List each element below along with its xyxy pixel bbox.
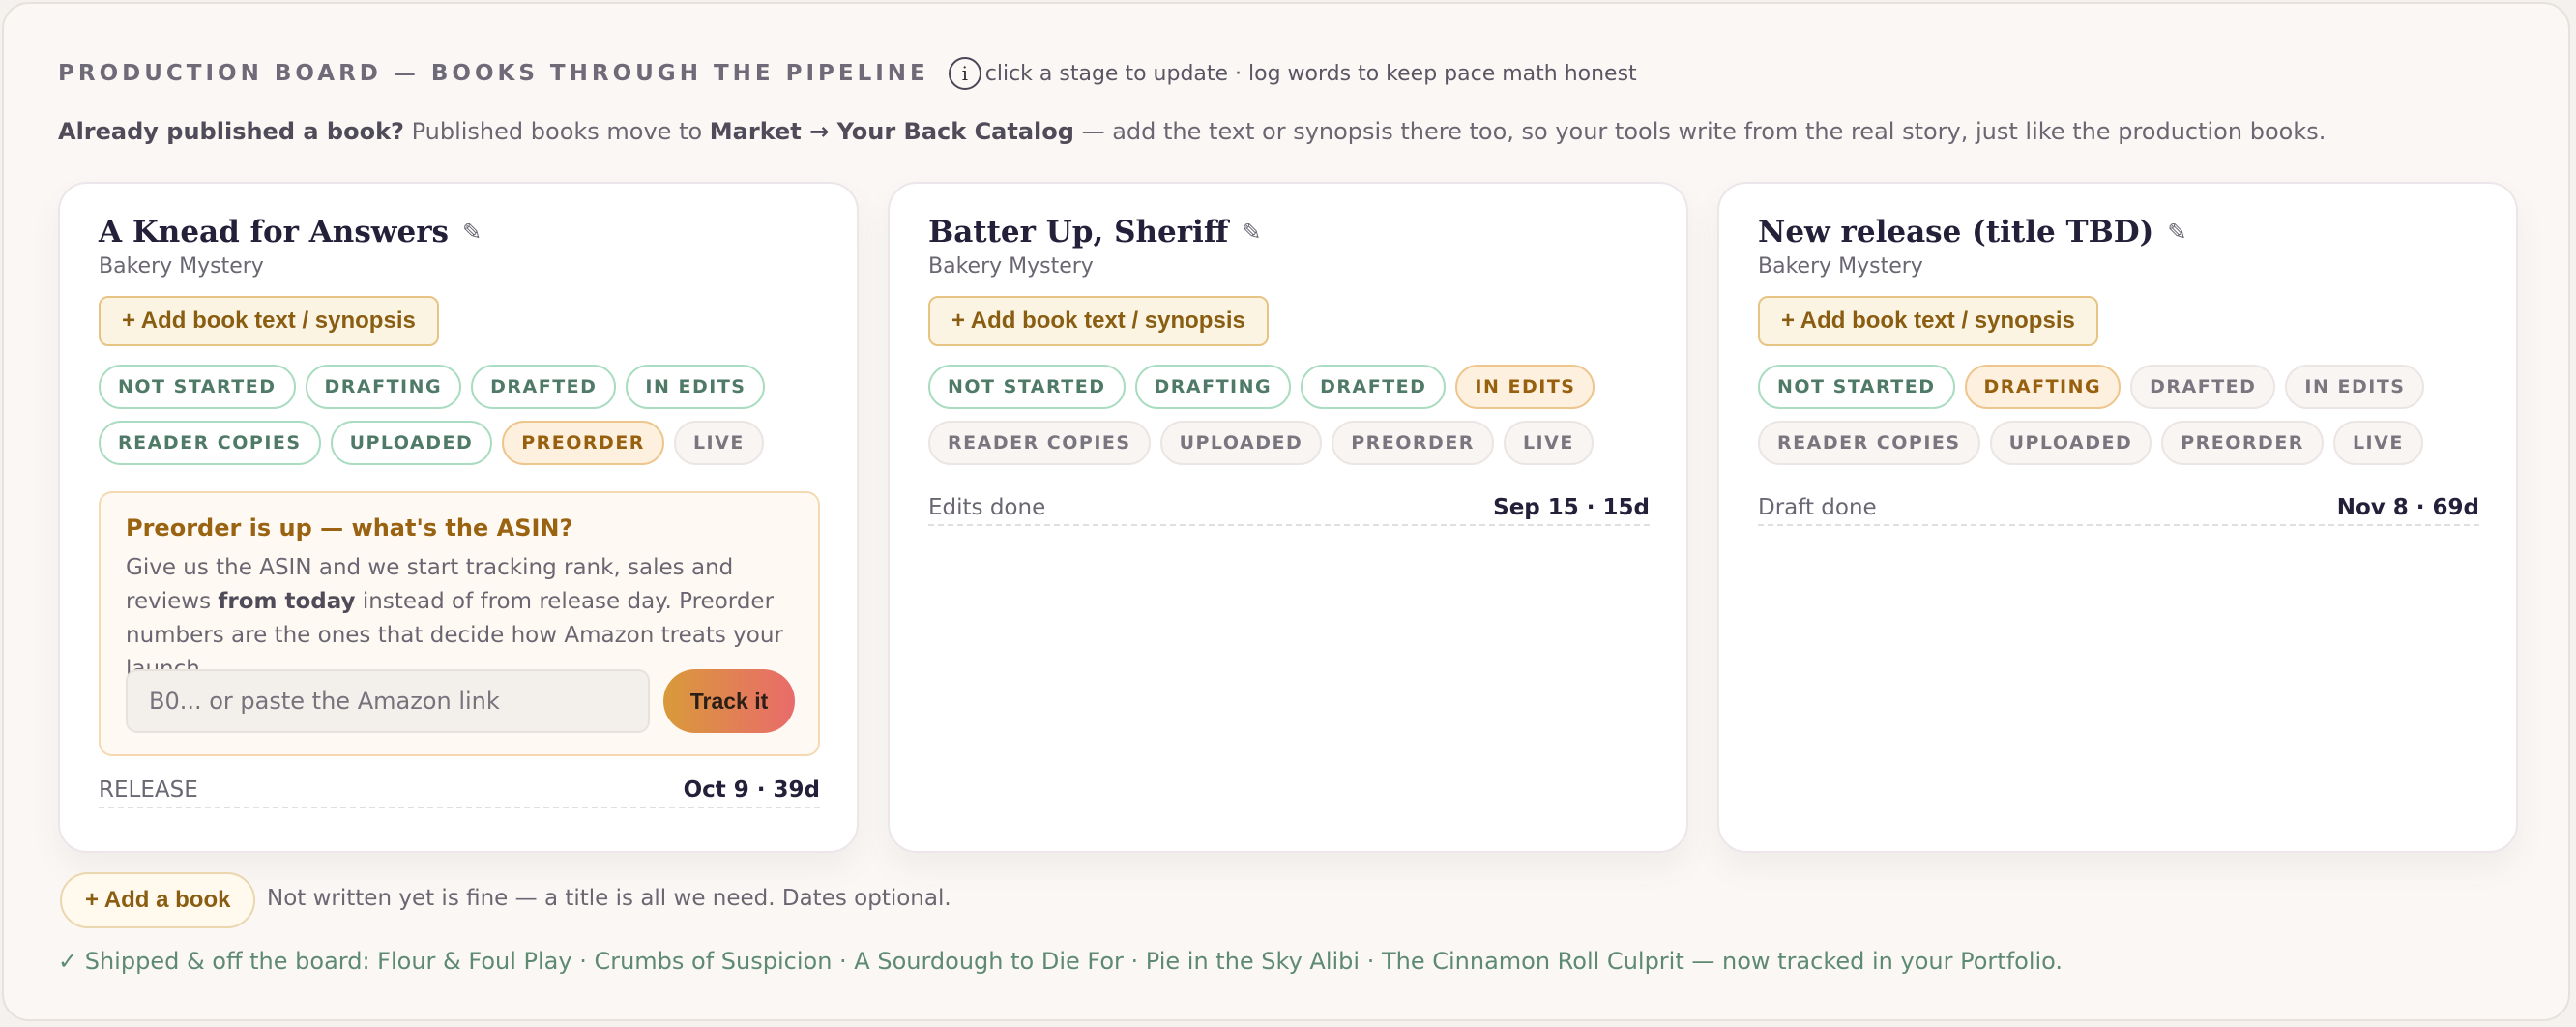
book-card: A Knead for Answers ✎ Bakery Mystery + A… bbox=[58, 182, 859, 853]
add-book-text-button[interactable]: + Add book text / synopsis bbox=[99, 296, 439, 346]
stage-selector: NOT STARTED DRAFTING DRAFTED IN EDITS RE… bbox=[99, 365, 834, 477]
pencil-icon[interactable]: ✎ bbox=[2167, 219, 2186, 246]
book-genre: Bakery Mystery bbox=[1758, 254, 1923, 279]
book-card: New release (title TBD) ✎ Bakery Mystery… bbox=[1717, 182, 2518, 853]
stage-pill[interactable]: LIVE bbox=[1503, 421, 1594, 465]
stage-pill[interactable]: DRAFTING bbox=[305, 365, 462, 409]
book-title: New release (title TBD) bbox=[1758, 215, 2154, 249]
note-question: Already published a book? bbox=[58, 118, 404, 145]
add-book-text-button[interactable]: + Add book text / synopsis bbox=[1758, 296, 2098, 346]
stage-selector: NOT STARTED DRAFTING DRAFTED IN EDITS RE… bbox=[928, 365, 1663, 477]
deadline-value: Sep 15 · 15d bbox=[1493, 495, 1650, 520]
stage-pill-current[interactable]: IN EDITS bbox=[1455, 365, 1595, 409]
book-title: Batter Up, Sheriff bbox=[928, 215, 1229, 249]
track-it-button[interactable]: Track it bbox=[663, 669, 795, 733]
stage-pill-current[interactable]: PREORDER bbox=[502, 421, 664, 465]
deadline-row: RELEASE Oct 9 · 39d bbox=[99, 774, 820, 808]
note-location: Market → Your Back Catalog bbox=[709, 118, 1074, 145]
add-book-hint: Not written yet is fine — a title is all… bbox=[267, 886, 951, 911]
stage-pill[interactable]: NOT STARTED bbox=[1758, 365, 1955, 409]
production-board-panel: PRODUCTION BOARD — BOOKS THROUGH THE PIP… bbox=[2, 2, 2570, 1021]
deadline-label: Draft done bbox=[1758, 495, 1877, 520]
deadline-value: Oct 9 · 39d bbox=[683, 778, 820, 803]
book-card: Batter Up, Sheriff ✎ Bakery Mystery + Ad… bbox=[888, 182, 1688, 853]
book-genre: Bakery Mystery bbox=[928, 254, 1094, 279]
shipped-books-note: ✓ Shipped & off the board: Flour & Foul … bbox=[58, 948, 2064, 975]
stage-pill[interactable]: PREORDER bbox=[2161, 421, 2324, 465]
deadline-value: Nov 8 · 69d bbox=[2336, 495, 2479, 520]
info-icon[interactable]: i bbox=[948, 57, 981, 90]
deadline-label: Edits done bbox=[928, 495, 1046, 520]
book-title: A Knead for Answers bbox=[99, 215, 449, 249]
deadline-label: RELEASE bbox=[99, 778, 198, 803]
note-text-1: Published books move to bbox=[403, 118, 710, 145]
note-text-2: — add the text or synopsis there too, so… bbox=[1073, 118, 2327, 145]
stage-pill[interactable]: DRAFTED bbox=[1301, 365, 1447, 409]
add-book-button[interactable]: + Add a book bbox=[60, 872, 256, 928]
stage-pill[interactable]: DRAFTED bbox=[471, 365, 617, 409]
board-hint: click a stage to update · log words to k… bbox=[984, 61, 1637, 86]
stage-pill[interactable]: READER COPIES bbox=[928, 421, 1151, 465]
deadline-row: Draft done Nov 8 · 69d bbox=[1758, 491, 2479, 526]
stage-pill[interactable]: UPLOADED bbox=[330, 421, 493, 465]
pencil-icon[interactable]: ✎ bbox=[462, 219, 482, 246]
book-genre: Bakery Mystery bbox=[99, 254, 264, 279]
stage-pill[interactable]: READER COPIES bbox=[1758, 421, 1980, 465]
stage-pill[interactable]: IN EDITS bbox=[626, 365, 766, 409]
stage-selector: NOT STARTED DRAFTING DRAFTED IN EDITS RE… bbox=[1758, 365, 2493, 477]
asin-heading: Preorder is up — what's the ASIN? bbox=[126, 514, 573, 542]
stage-pill-current[interactable]: DRAFTING bbox=[1964, 365, 2122, 409]
stage-pill[interactable]: DRAFTING bbox=[1134, 365, 1292, 409]
book-title-row: Batter Up, Sheriff ✎ bbox=[928, 215, 1261, 249]
stage-pill[interactable]: NOT STARTED bbox=[99, 365, 296, 409]
stage-pill[interactable]: LIVE bbox=[673, 421, 764, 465]
deadline-row: Edits done Sep 15 · 15d bbox=[928, 491, 1650, 526]
asin-description: Give us the ASIN and we start tracking r… bbox=[126, 555, 783, 682]
book-title-row: New release (title TBD) ✎ bbox=[1758, 215, 2186, 249]
pencil-icon[interactable]: ✎ bbox=[1242, 219, 1261, 246]
asin-input[interactable]: B0... or paste the Amazon link bbox=[126, 669, 650, 733]
stage-pill[interactable]: UPLOADED bbox=[1989, 421, 2152, 465]
board-title: PRODUCTION BOARD — BOOKS THROUGH THE PIP… bbox=[58, 61, 929, 86]
stage-pill[interactable]: PREORDER bbox=[1332, 421, 1494, 465]
board-header: PRODUCTION BOARD — BOOKS THROUGH THE PIP… bbox=[58, 54, 1637, 93]
stage-pill[interactable]: UPLOADED bbox=[1159, 421, 1323, 465]
book-title-row: A Knead for Answers ✎ bbox=[99, 215, 482, 249]
stage-pill[interactable]: LIVE bbox=[2332, 421, 2423, 465]
stage-pill[interactable]: DRAFTED bbox=[2130, 365, 2276, 409]
add-book-text-button[interactable]: + Add book text / synopsis bbox=[928, 296, 1269, 346]
stage-pill[interactable]: IN EDITS bbox=[2285, 365, 2425, 409]
stage-pill[interactable]: READER COPIES bbox=[99, 421, 321, 465]
asin-prompt: Preorder is up — what's the ASIN? Give u… bbox=[99, 491, 820, 756]
stage-pill[interactable]: NOT STARTED bbox=[928, 365, 1126, 409]
published-note: Already published a book? Published book… bbox=[58, 118, 2326, 145]
